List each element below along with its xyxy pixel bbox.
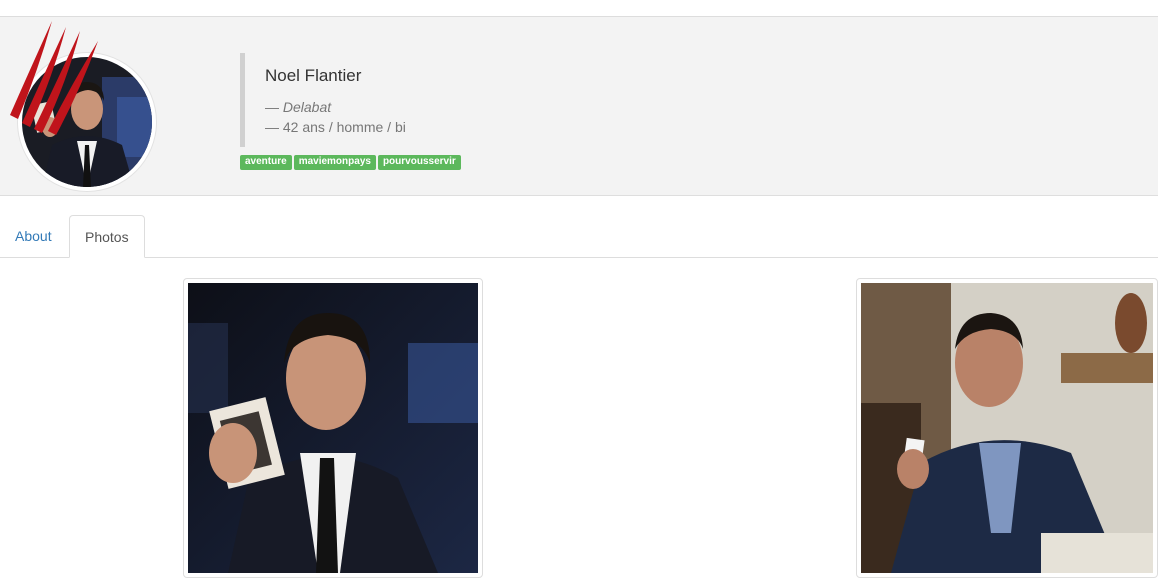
tag[interactable]: aventure: [240, 155, 292, 170]
profile-details: — 42 ans / homme / bi: [265, 119, 406, 135]
profile-tabs: About Photos: [0, 215, 1158, 258]
tag[interactable]: pourvousservir: [377, 155, 461, 170]
claw-marks-icon: [10, 21, 98, 135]
photo-image: [188, 283, 478, 573]
tab-about[interactable]: About: [0, 215, 67, 257]
top-navbar: [0, 0, 1158, 17]
photo-thumbnail[interactable]: [856, 278, 1158, 578]
tag-list: aventure maviemonpays pourvousservir: [240, 155, 461, 170]
profile-info: Noel Flantier — Delabat — 42 ans / homme…: [240, 53, 406, 147]
profile-header: Noel Flantier — Delabat — 42 ans / homme…: [0, 17, 1158, 196]
tab-photos[interactable]: Photos: [69, 215, 145, 258]
profile-location: — Delabat: [265, 99, 332, 115]
photo-image: [861, 283, 1153, 573]
tag[interactable]: maviemonpays: [293, 155, 376, 170]
photo-thumbnail[interactable]: [183, 278, 483, 578]
profile-name: Noel Flantier: [265, 66, 362, 85]
